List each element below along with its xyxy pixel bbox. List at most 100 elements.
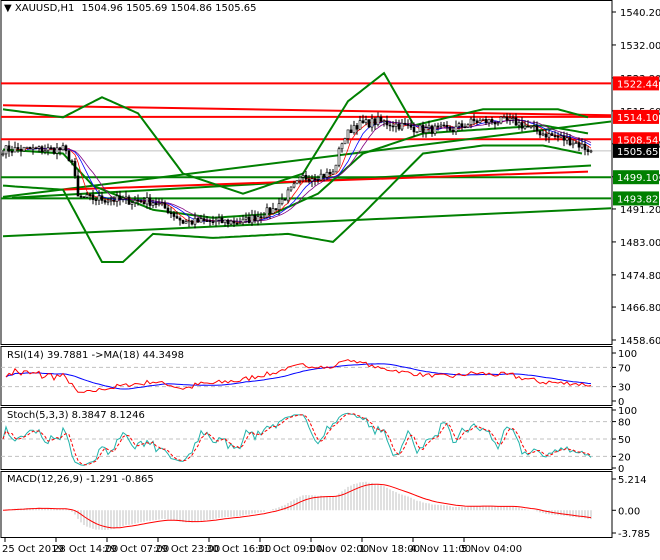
candle-body — [190, 220, 194, 225]
candle-body — [55, 147, 59, 154]
candle-body — [328, 171, 332, 175]
candle-body — [340, 143, 344, 150]
candle-body — [574, 142, 578, 144]
candle-body — [283, 198, 287, 201]
candle-body — [7, 145, 11, 152]
candle-body — [541, 133, 545, 136]
candle-body — [142, 201, 146, 205]
y-tick-label: 1532.00 — [620, 41, 660, 52]
candle-body — [214, 219, 218, 223]
candle-body — [100, 195, 104, 201]
candle-body — [409, 124, 413, 128]
candle-body — [508, 117, 512, 121]
candle-body — [235, 222, 239, 225]
candle-body — [73, 161, 77, 177]
candle-body — [124, 196, 128, 199]
stoch-title: Stoch(5,3,3) 8.3847 8.1246 — [7, 410, 145, 421]
candle-body — [253, 215, 257, 222]
candle-body — [463, 126, 467, 129]
candle-body — [361, 120, 365, 123]
candle-body — [346, 129, 350, 139]
candle-body — [352, 125, 356, 134]
candle-body — [88, 194, 92, 196]
candle-body — [403, 122, 407, 125]
candle-body — [160, 202, 164, 205]
chart-window[interactable]: 25 Oct 2019 28 Oct 14:00 29 Oct 07:00 29 Oc… — [0, 0, 660, 560]
candle-body — [475, 120, 479, 123]
candle-body — [376, 116, 380, 125]
candle-body — [505, 116, 509, 121]
candle-body — [49, 147, 53, 149]
candle-body — [355, 125, 359, 130]
main-plot — [1, 71, 611, 263]
candle-body — [154, 202, 158, 206]
candle-body — [385, 120, 389, 126]
symbol-label: XAUUSD,H1 — [14, 3, 75, 14]
candle-body — [448, 126, 452, 131]
candle-body — [97, 195, 101, 201]
candle-body — [325, 171, 329, 178]
candle-body — [172, 212, 176, 217]
candle-body — [556, 135, 560, 138]
candle-body — [358, 120, 362, 130]
candle-body — [412, 126, 416, 133]
candle-body — [478, 119, 482, 123]
candle-body — [76, 175, 80, 197]
candle-body — [286, 189, 290, 201]
candle-body — [184, 221, 188, 224]
y-tick-label: 0 — [618, 464, 624, 475]
candle-body — [175, 216, 179, 219]
candle-body — [562, 135, 566, 141]
candle-body — [484, 118, 488, 124]
candle-body — [547, 133, 551, 138]
candle-body — [232, 220, 236, 224]
candle-body — [565, 137, 569, 141]
candle-body — [145, 197, 149, 205]
candle-body — [268, 207, 272, 214]
candle-body — [121, 197, 125, 200]
candle-body — [70, 160, 74, 163]
candle-body — [421, 124, 425, 133]
level-resistance-label: 1522.44 — [617, 79, 658, 90]
candle-body — [394, 123, 398, 127]
candle-body — [163, 202, 167, 209]
candle-body — [13, 147, 17, 153]
candle-body — [64, 145, 68, 152]
y-tick-label: 5.214 — [618, 475, 647, 486]
candle-body — [331, 171, 335, 175]
candle-body — [322, 173, 326, 178]
candle-body — [199, 218, 203, 223]
candle-body — [304, 174, 308, 180]
candle-body — [298, 176, 302, 181]
candle-body — [271, 208, 275, 214]
candle-body — [583, 143, 587, 150]
candle-body — [523, 125, 527, 129]
candle-body — [493, 121, 497, 125]
candle-body — [499, 116, 503, 124]
candle-body — [58, 147, 62, 151]
y-tick-label: 1491.20 — [620, 205, 660, 216]
candle-body — [382, 120, 386, 123]
y-tick-label: 1483.00 — [620, 238, 660, 249]
rsi-line — [5, 359, 592, 393]
candle-body — [115, 195, 119, 202]
candle-body — [544, 133, 548, 138]
candle-body — [103, 200, 107, 203]
candle-body — [280, 198, 284, 205]
candle-body — [118, 195, 122, 200]
level-support-label: 1499.10 — [617, 173, 658, 184]
candle-body — [238, 222, 242, 225]
dropdown-triangle-icon[interactable]: ▼ — [4, 3, 12, 14]
candle-body — [25, 146, 29, 149]
candle-body — [379, 116, 383, 122]
candle-body — [265, 207, 269, 218]
candle-body — [202, 218, 206, 221]
candle-body — [400, 122, 404, 130]
candle-body — [553, 135, 557, 137]
candle-body — [451, 129, 455, 132]
candle-body — [517, 122, 521, 126]
candle-body — [406, 124, 410, 126]
y-tick-label: 1540.20 — [620, 8, 660, 19]
candle-body — [529, 125, 533, 128]
y-tick-label: 20 — [618, 452, 631, 463]
